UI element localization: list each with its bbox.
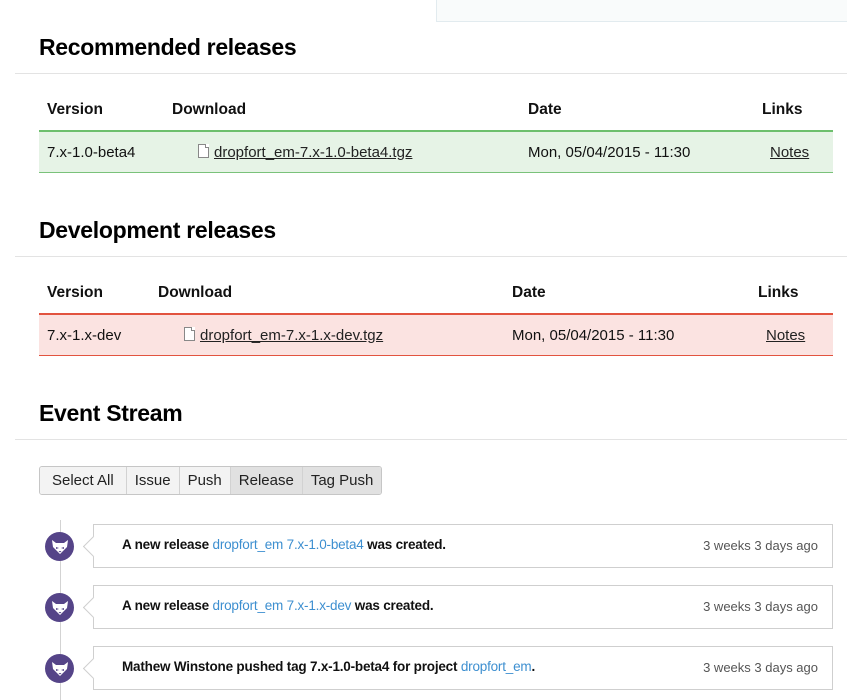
event-time: 3 weeks 3 days ago <box>703 599 818 614</box>
recommended-releases-table: Version Download Date Links 7.x-1.0-beta… <box>39 90 833 173</box>
event-card: A new release dropfort_em 7.x-1.x-dev wa… <box>82 585 833 629</box>
release-download: dropfort_em-7.x-1.0-beta4.tgz <box>172 131 528 173</box>
col-date: Date <box>528 101 562 118</box>
event-time: 3 weeks 3 days ago <box>703 660 818 675</box>
filter-issue[interactable]: Issue <box>126 467 180 494</box>
event-link[interactable]: dropfort_em 7.x-1.0-beta4 <box>213 537 364 552</box>
event-link[interactable]: dropfort_em <box>461 659 532 674</box>
fox-avatar-icon <box>45 532 74 561</box>
file-icon <box>198 143 209 158</box>
download-link[interactable]: dropfort_em-7.x-1.0-beta4.tgz <box>214 144 412 161</box>
event-item: A new release dropfort_em 7.x-1.x-dev wa… <box>39 585 833 629</box>
download-link[interactable]: dropfort_em-7.x-1.x-dev.tgz <box>200 327 383 344</box>
filter-tag-push[interactable]: Tag Push <box>302 467 382 494</box>
fox-avatar-icon <box>45 654 74 683</box>
info-panel <box>436 0 847 22</box>
development-releases-title: Development releases <box>39 217 276 243</box>
event-stream-title: Event Stream <box>39 400 183 426</box>
section-divider <box>15 256 847 257</box>
fox-avatar-icon <box>45 593 74 622</box>
col-download: Download <box>158 284 233 301</box>
event-link[interactable]: dropfort_em 7.x-1.x-dev <box>213 598 352 613</box>
section-divider <box>15 73 847 74</box>
event-time: 3 weeks 3 days ago <box>703 538 818 553</box>
event-filter-group: Select All Issue Push Release Tag Push <box>39 466 383 495</box>
col-version: Version <box>47 284 103 301</box>
table-header-row: Version Download Date Links <box>39 90 833 131</box>
filter-release[interactable]: Release <box>230 467 303 494</box>
event-text: A new release dropfort_em 7.x-1.x-dev wa… <box>122 598 434 613</box>
col-links: Links <box>762 101 803 118</box>
table-row: 7.x-1.0-beta4 dropfort_em-7.x-1.0-beta4.… <box>39 131 833 173</box>
event-text: Mathew Winstone pushed tag 7.x-1.0-beta4… <box>122 659 535 674</box>
col-version: Version <box>47 101 103 118</box>
release-links: Notes <box>762 131 833 173</box>
table-header-row: Version Download Date Links <box>39 273 833 314</box>
event-item: A new release dropfort_em 7.x-1.0-beta4 … <box>39 524 833 568</box>
event-card: A new release dropfort_em 7.x-1.0-beta4 … <box>82 524 833 568</box>
event-text: A new release dropfort_em 7.x-1.0-beta4 … <box>122 537 446 552</box>
filter-push[interactable]: Push <box>179 467 231 494</box>
development-releases-table: Version Download Date Links 7.x-1.x-dev … <box>39 273 833 356</box>
filter-select-all[interactable]: Select All <box>40 467 127 494</box>
release-links: Notes <box>758 314 833 356</box>
release-download: dropfort_em-7.x-1.x-dev.tgz <box>158 314 512 356</box>
recommended-releases-title: Recommended releases <box>39 34 297 60</box>
col-links: Links <box>758 284 799 301</box>
release-date: Mon, 05/04/2015 - 11:30 <box>512 326 675 344</box>
col-date: Date <box>512 284 546 301</box>
section-divider <box>15 439 847 440</box>
col-download: Download <box>172 101 247 118</box>
file-icon <box>184 326 195 341</box>
event-card: Mathew Winstone pushed tag 7.x-1.0-beta4… <box>82 646 833 690</box>
table-row: 7.x-1.x-dev dropfort_em-7.x-1.x-dev.tgz … <box>39 314 833 356</box>
release-version: 7.x-1.x-dev <box>47 326 122 344</box>
event-item: Mathew Winstone pushed tag 7.x-1.0-beta4… <box>39 646 833 690</box>
notes-link[interactable]: Notes <box>766 327 805 344</box>
notes-link[interactable]: Notes <box>770 144 809 161</box>
release-version: 7.x-1.0-beta4 <box>47 143 136 161</box>
release-date: Mon, 05/04/2015 - 11:30 <box>528 143 691 161</box>
